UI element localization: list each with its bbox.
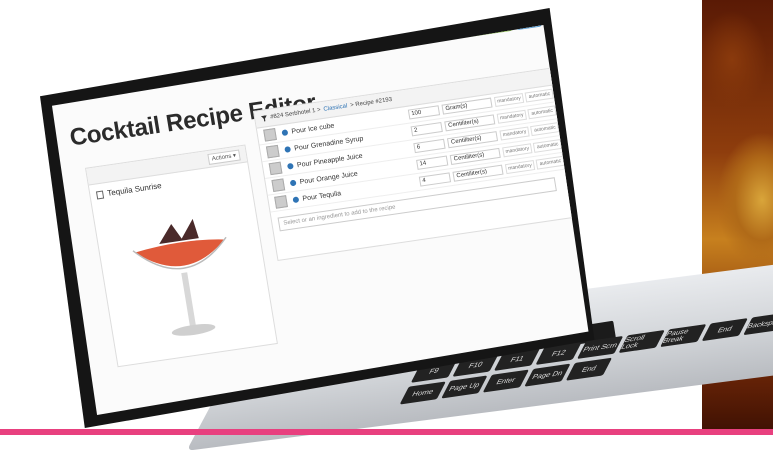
- recipe-list-panel: Actions ▾ Tequila Sunrise: [84, 144, 278, 368]
- recipe-name: Tequila Sunrise: [106, 181, 163, 198]
- mandatory-toggle[interactable]: mandatory: [493, 92, 525, 108]
- mandatory-toggle[interactable]: mandatory: [496, 109, 528, 124]
- cocktail-liquid: [135, 239, 225, 267]
- key-end-2: End: [565, 357, 613, 381]
- mandatory-toggle[interactable]: mandatory: [499, 126, 531, 141]
- expand-icon[interactable]: [289, 179, 297, 187]
- automatic-toggle[interactable]: automatic: [530, 122, 560, 137]
- drag-handle-icon[interactable]: [265, 144, 280, 159]
- quantity-field[interactable]: 2: [410, 121, 444, 137]
- automatic-toggle[interactable]: automatic: [533, 138, 563, 153]
- breadcrumb-suffix: > Recipe #2193: [349, 96, 393, 109]
- key-enter: Enter: [482, 369, 530, 393]
- mandatory-toggle[interactable]: mandatory: [501, 143, 533, 158]
- automatic-toggle[interactable]: automatic: [527, 105, 557, 120]
- automatic-toggle[interactable]: automatic: [535, 155, 565, 170]
- drag-handle-icon[interactable]: [263, 128, 277, 142]
- drag-handle-icon[interactable]: [274, 195, 288, 209]
- quantity-field[interactable]: 6: [413, 138, 447, 154]
- document-icon: [95, 190, 105, 199]
- accent-strip: [0, 429, 773, 435]
- expand-icon[interactable]: [284, 146, 291, 153]
- breadcrumb-prefix: #824 Serbhotel 1 >: [269, 107, 322, 121]
- expand-icon[interactable]: [281, 129, 289, 137]
- quantity-field[interactable]: 4: [418, 172, 452, 187]
- expand-icon[interactable]: [286, 162, 294, 170]
- mandatory-toggle[interactable]: mandatory: [504, 159, 536, 175]
- drag-handle-icon[interactable]: [271, 178, 286, 192]
- actions-button[interactable]: Actions ▾: [206, 148, 241, 165]
- filter-icon[interactable]: [261, 115, 268, 122]
- key-page-dn: Page Dn: [524, 363, 571, 387]
- breadcrumb-link-classical[interactable]: Classical: [323, 103, 348, 112]
- automatic-toggle[interactable]: automatic: [524, 88, 554, 103]
- key-page-up: Page Up: [441, 375, 488, 399]
- unit-field[interactable]: Centiliter(s): [452, 164, 504, 182]
- cocktail-stem: [181, 272, 197, 328]
- basil-garnish: [159, 218, 199, 244]
- recipe-editor-app: Cocktail Recipe Editor synchronized acti…: [67, 25, 588, 377]
- cocktail-image: [132, 218, 227, 336]
- quantity-field[interactable]: 100: [407, 105, 441, 120]
- expand-icon[interactable]: [292, 196, 300, 204]
- drag-handle-icon[interactable]: [268, 161, 283, 176]
- quantity-field[interactable]: 14: [415, 155, 449, 170]
